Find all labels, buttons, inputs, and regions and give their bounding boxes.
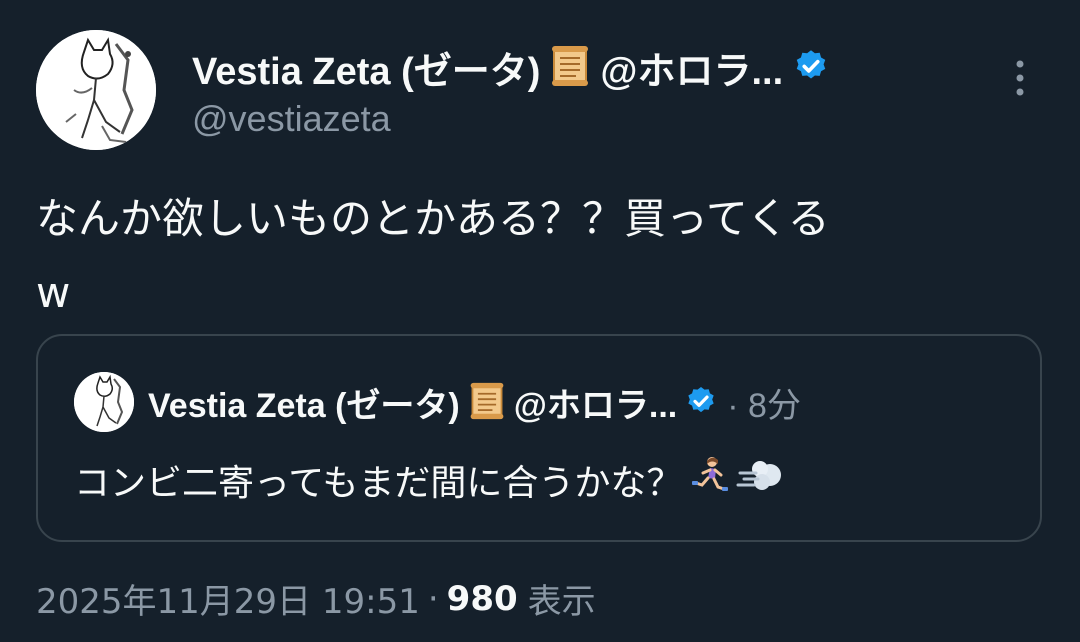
quoted-display-name: Vestia Zeta (ゼータ) [148,387,460,425]
author-name-row[interactable]: Vestia Zeta (ゼータ) @ホロラ... [192,40,829,95]
dash-emoji-icon [736,455,784,506]
tweet-text: なんか欲しいものとかある？？買ってくる w [36,194,830,317]
meta-separator: · [427,578,439,619]
views-label: 表示 [527,582,596,622]
quoted-tweet-card[interactable]: Vestia Zeta (ゼータ) @ホロラ... · 8分 コンビ二寄ってもま… [36,334,1042,542]
author-avatar[interactable] [36,30,156,150]
more-vertical-icon[interactable] [1010,58,1030,98]
tweet-detail: Vestia Zeta (ゼータ) @ホロラ... @vestiazeta なん… [0,0,1080,642]
woman-running-emoji-icon [688,455,730,506]
quoted-tweet-text: コンビ二寄ってもまだ間に合うかな？ [74,463,683,504]
quoted-tweet-text-row: コンビ二寄ってもまだ間に合うかな？ [74,454,784,506]
quoted-time-separator: · [727,387,739,425]
author-display-name[interactable]: Vestia Zeta (ゼータ) [192,40,540,95]
views-count: 980 [446,578,518,619]
verified-badge-icon [793,48,829,88]
author-username[interactable]: @vestiazeta [192,98,391,140]
quoted-time: · 8分 [727,378,801,427]
quoted-author-avatar [74,372,134,432]
verified-badge-icon [685,385,717,421]
scroll-emoji-icon [467,381,507,425]
scroll-emoji-icon [548,44,592,92]
tweet-meta-row: 2025年11月29日 19:51 · 980 表示 [36,574,596,623]
author-affiliation-truncated[interactable]: @ホロラ... [600,40,783,95]
quoted-time-value: 8分 [748,387,801,425]
quoted-affiliation-truncated: @ホロラ... [513,387,678,425]
tweet-timestamp[interactable]: 2025年11月29日 19:51 [36,574,420,623]
quoted-name-row: Vestia Zeta (ゼータ) @ホロラ... · 8分 [148,378,801,427]
